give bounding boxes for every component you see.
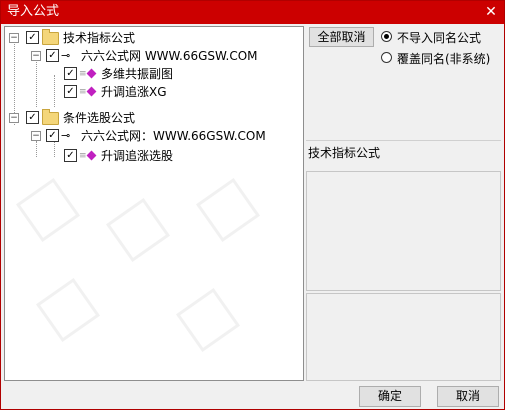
dots-icon: ≡ (79, 69, 86, 79)
folder-icon (42, 109, 59, 125)
tree-node-label: 技术指标公式 (63, 31, 136, 45)
tree-node-technical[interactable]: − ✓ 技术指标公式 (5, 29, 295, 47)
preview-box (306, 293, 501, 381)
deselect-all-button[interactable]: 全部取消 (309, 27, 374, 47)
tree-node-condition[interactable]: − ✓ 条件选股公式 (5, 109, 295, 127)
checkbox[interactable]: ✓ (26, 111, 39, 124)
tree-node-label: 升调追涨XG (101, 85, 167, 99)
close-icon[interactable]: ✕ (482, 3, 500, 21)
tree-node-66gsw[interactable]: − ✓ ⊸ 六六公式网：WWW.66GSW.COM (5, 127, 295, 145)
key-icon: ⊸ (61, 129, 71, 142)
collapse-icon[interactable]: − (31, 51, 41, 61)
collapse-icon[interactable]: − (9, 33, 19, 43)
watermark-logo (175, 287, 241, 353)
collapse-icon[interactable]: − (31, 131, 41, 141)
tree-node-label: 六六公式网：WWW.66GSW.COM (81, 129, 266, 143)
radio-no-import[interactable] (381, 31, 392, 42)
tree-node-formula[interactable]: ✓ ≡ 升调追涨选股 (5, 147, 295, 165)
tree-node-formula[interactable]: ✓ ≡ 升调追涨XG (5, 83, 295, 101)
category-label: 技术指标公式 (308, 146, 381, 160)
checkbox[interactable]: ✓ (64, 149, 77, 162)
formula-tree[interactable]: − ✓ 技术指标公式 − ✓ ⊸ 六六公式网 WWW.66GSW.COM ✓ ≡… (4, 26, 304, 381)
formula-icon (86, 150, 97, 161)
dots-icon: ≡ (79, 87, 86, 97)
checkbox[interactable]: ✓ (64, 85, 77, 98)
watermark-logo (195, 177, 261, 243)
watermark-logo (15, 177, 81, 243)
tree-node-label: 条件选股公式 (63, 111, 136, 125)
radio-overwrite-label[interactable]: 覆盖同名(非系统) (397, 50, 490, 67)
checkbox[interactable]: ✓ (26, 31, 39, 44)
window-title: 导入公式 (7, 4, 60, 19)
checkbox[interactable]: ✓ (46, 129, 59, 142)
tree-node-formula[interactable]: ✓ ≡ 多维共振副图 (5, 65, 295, 83)
info-spacer (306, 71, 501, 141)
collapse-icon[interactable]: − (9, 113, 19, 123)
cancel-button[interactable]: 取消 (437, 386, 499, 407)
formula-icon (86, 68, 97, 79)
dots-icon: ≡ (79, 151, 86, 161)
checkbox[interactable]: ✓ (46, 49, 59, 62)
ok-button[interactable]: 确定 (359, 386, 421, 407)
title-bar[interactable]: 导入公式 ✕ (1, 1, 504, 24)
checkbox[interactable]: ✓ (64, 67, 77, 80)
folder-icon (42, 29, 59, 45)
description-box (306, 171, 501, 291)
watermark-logo (105, 197, 171, 263)
tree-node-label: 多维共振副图 (101, 67, 174, 81)
tree-node-label: 升调追涨选股 (101, 149, 174, 163)
tree-node-label: 六六公式网 WWW.66GSW.COM (81, 49, 258, 63)
watermark-logo (35, 277, 101, 343)
key-icon: ⊸ (61, 49, 71, 62)
import-formula-dialog: 导入公式 ✕ − ✓ 技术指标公式 − ✓ ⊸ 六六公式网 WWW.66GSW.… (0, 0, 505, 410)
tree-node-66gsw[interactable]: − ✓ ⊸ 六六公式网 WWW.66GSW.COM (5, 47, 295, 65)
radio-overwrite[interactable] (381, 52, 392, 63)
formula-icon (86, 86, 97, 97)
radio-no-import-label[interactable]: 不导入同名公式 (397, 29, 481, 46)
